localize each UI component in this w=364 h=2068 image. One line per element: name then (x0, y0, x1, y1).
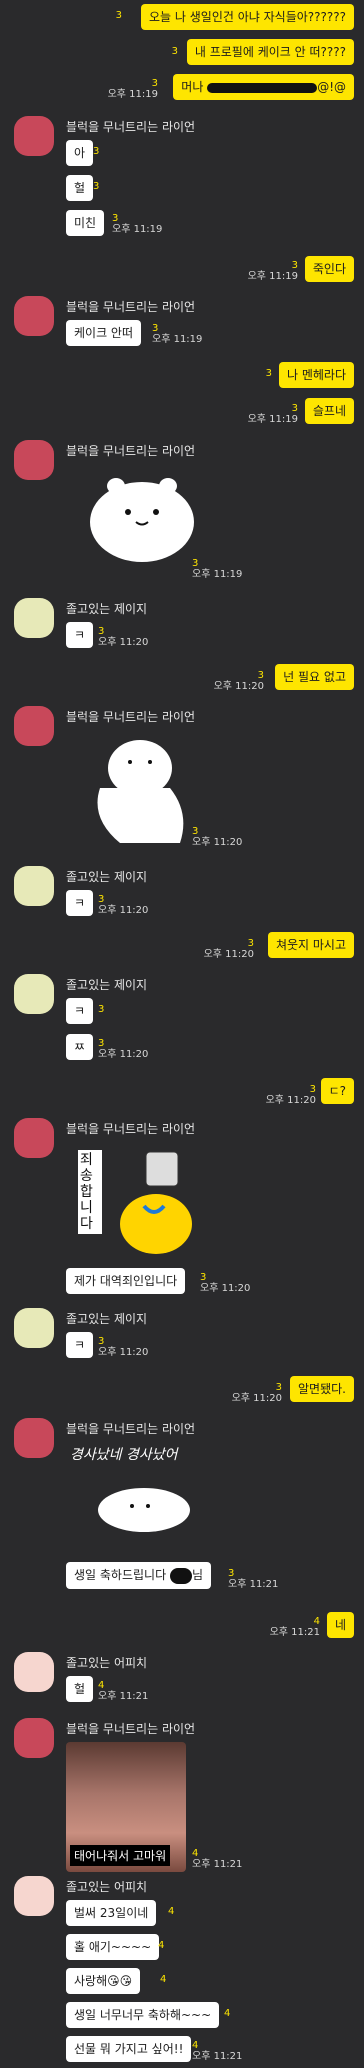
message-meta: 3 오후 11:20 (98, 894, 149, 916)
other-message[interactable]: 헐 (66, 1676, 94, 1702)
other-message[interactable]: 생일 너무너무 축하해~~~ (66, 2002, 220, 2028)
photo-caption: 태어나줘서 고마워 (70, 1845, 171, 1866)
other-message[interactable]: ㅋ (66, 998, 94, 1024)
message-meta: 3 (171, 46, 178, 57)
message-meta: 4 오후 11:21 (98, 1680, 149, 1702)
message-meta: 4 오후 11:21 (192, 1848, 243, 1870)
avatar[interactable] (14, 116, 54, 156)
sender-name: 졸고있는 제이지 (66, 1312, 148, 1326)
photo-message[interactable]: 태어나줘서 고마워 (66, 1742, 186, 1872)
sender-name: 졸고있는 제이지 (66, 978, 148, 992)
my-message[interactable]: 오늘 나 생일인건 아냐 자식들아?????? (141, 4, 354, 30)
laughing-sticker[interactable] (80, 728, 190, 848)
sender-name: 블럭을 무너트리는 라이언 (66, 710, 196, 724)
my-message[interactable]: ㄷ? (320, 1078, 354, 1104)
message-meta: 3 (93, 181, 100, 192)
message-meta: 3 오후 11:19 (107, 78, 158, 100)
sender-name: 블럭을 무너트리는 라이언 (66, 1422, 196, 1436)
avatar[interactable] (14, 440, 54, 480)
sender-name: 졸고있는 제이지 (66, 602, 148, 616)
message-meta: 3 오후 11:20 (98, 1038, 149, 1060)
message-suffix: 님 (191, 1568, 203, 1582)
message-meta: 3 오후 11:20 (265, 1084, 316, 1106)
message-meta: 3 오후 11:20 (200, 1272, 251, 1294)
avatar[interactable] (14, 1652, 54, 1692)
sender-name: 블럭을 무너트리는 라이언 (66, 120, 196, 134)
other-message[interactable]: 사랑해😘😘 (66, 1968, 141, 1994)
message-meta: 4 (160, 1974, 167, 1985)
message-meta: 3 오후 11:20 (203, 938, 254, 960)
redacted-blob (169, 1567, 192, 1584)
chat-room[interactable]: 오늘 나 생일인건 아냐 자식들아?????? 3 내 프로필에 케이크 안 떠… (0, 0, 364, 2068)
other-message[interactable]: ㅋ (66, 1332, 94, 1358)
avatar[interactable] (14, 866, 54, 906)
message-meta: 3 오후 11:20 (213, 670, 264, 692)
other-message[interactable]: ㅋ (66, 622, 94, 648)
message-meta: 4 (168, 1906, 175, 1917)
message-meta: 3 오후 11:21 (228, 1568, 279, 1590)
other-message[interactable]: 미친 (66, 210, 105, 236)
avatar[interactable] (14, 1308, 54, 1348)
other-message[interactable]: 생일 축하드립니다 님 (66, 1562, 211, 1589)
message-meta: 3 (98, 1004, 105, 1015)
other-message[interactable]: 제가 대역죄인입니다 (66, 1268, 186, 1294)
message-meta: 4 오후 11:21 (269, 1616, 320, 1638)
message-meta: 4 (224, 2008, 231, 2019)
other-message[interactable]: ㅉ (66, 1034, 94, 1060)
my-message[interactable]: 슬프네 (304, 398, 354, 424)
my-message[interactable]: 내 프로필에 케이크 안 떠???? (186, 39, 354, 65)
my-message[interactable]: 네 (326, 1612, 354, 1638)
sender-name: 블럭을 무너트리는 라이언 (66, 1122, 196, 1136)
other-message[interactable]: 선물 뭐 가지고 싶어!! (66, 2036, 192, 2062)
avatar[interactable] (14, 1718, 54, 1758)
message-meta: 3 오후 11:19 (247, 260, 298, 282)
message-meta: 3 오후 11:20 (98, 626, 149, 648)
sender-name: 졸고있는 제이지 (66, 870, 148, 884)
my-message[interactable]: 알면됐다. (290, 1376, 354, 1402)
my-message[interactable]: 넌 필요 없고 (275, 664, 354, 690)
avatar[interactable] (14, 296, 54, 336)
sticker-caption: 경사났네 경사났어 (70, 1447, 178, 1463)
other-message[interactable]: 케이크 안떠 (66, 320, 142, 346)
message-meta: 3 오후 11:20 (231, 1382, 282, 1404)
avatar[interactable] (14, 598, 54, 638)
other-message[interactable]: ㅋ (66, 890, 94, 916)
sender-name: 졸고있는 어피치 (66, 1880, 148, 1894)
other-message[interactable]: 홀 애기~~~~ (66, 1934, 160, 1960)
message-suffix: @!@ (317, 80, 346, 94)
message-meta: 3 오후 11:20 (192, 826, 243, 848)
other-message[interactable]: 헐 (66, 175, 94, 201)
avatar[interactable] (14, 706, 54, 746)
message-text: 머나 (181, 80, 208, 94)
message-meta: 3 오후 11:19 (192, 558, 243, 580)
message-meta: 3 (93, 146, 100, 157)
other-message[interactable]: 아 (66, 140, 94, 166)
avatar[interactable] (14, 1418, 54, 1458)
message-meta: 3 (115, 10, 122, 21)
sender-name: 블럭을 무너트리는 라이언 (66, 300, 196, 314)
message-meta: 4 (158, 1940, 165, 1951)
sender-name: 블럭을 무너트리는 라이언 (66, 444, 196, 458)
cat-sticker[interactable] (74, 1466, 214, 1546)
my-message[interactable]: 나 멘헤라다 (278, 362, 354, 388)
message-meta: 3 오후 11:19 (112, 213, 163, 235)
avatar[interactable] (14, 1876, 54, 1916)
bear-sticker[interactable] (80, 460, 200, 570)
avatar[interactable] (14, 1118, 54, 1158)
sender-name: 블럭을 무너트리는 라이언 (66, 1722, 196, 1736)
my-message[interactable]: 죽인다 (304, 256, 354, 282)
my-message[interactable]: 쳐웃지 마시고 (267, 932, 354, 958)
message-meta: 3 오후 11:20 (98, 1336, 149, 1358)
sender-name: 졸고있는 어피치 (66, 1656, 148, 1670)
sticker-caption: 죄송합니다 (78, 1150, 102, 1234)
other-message[interactable]: 벌써 23일이네 (66, 1900, 157, 1926)
message-meta: 3 (265, 368, 272, 379)
message-meta: 4 오후 11:21 (192, 2040, 243, 2062)
message-meta: 3 오후 11:19 (152, 323, 203, 345)
my-message[interactable]: 머나 @!@ (173, 74, 354, 100)
avatar[interactable] (14, 974, 54, 1014)
message-meta: 3 오후 11:19 (247, 403, 298, 425)
redacted-scribble (207, 82, 318, 93)
message-text: 생일 축하드립니다 (74, 1568, 170, 1582)
